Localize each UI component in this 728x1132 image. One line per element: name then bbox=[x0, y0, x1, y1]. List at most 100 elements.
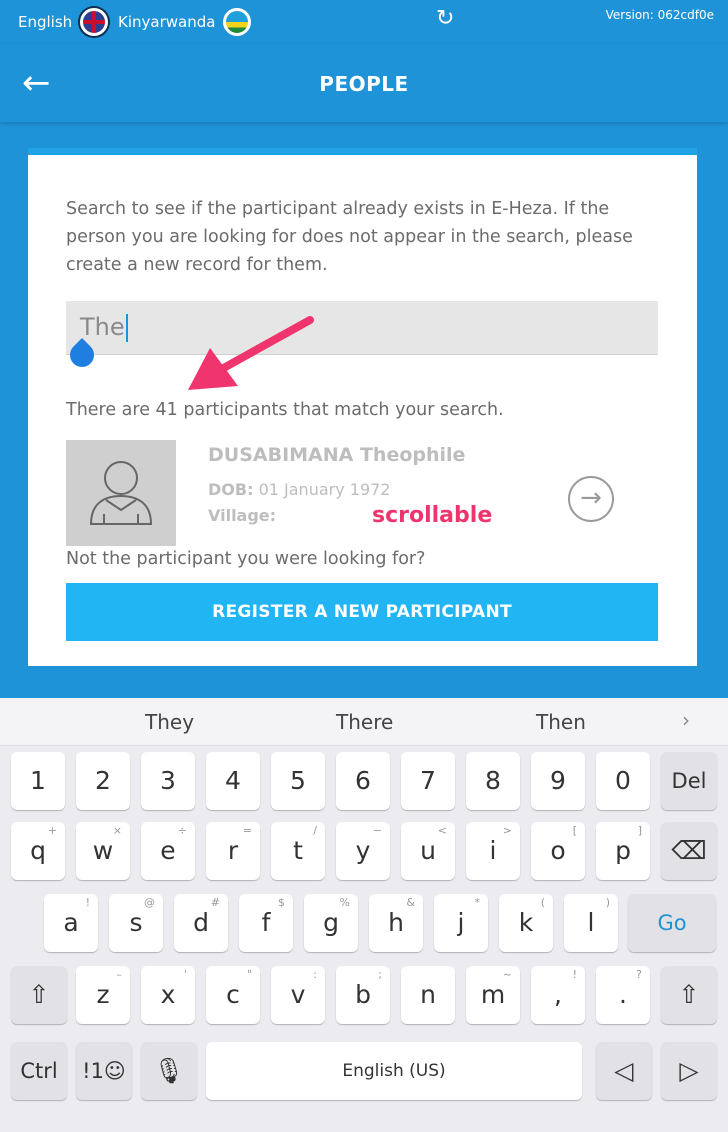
key-2[interactable]: 2 bbox=[76, 752, 130, 810]
key-h[interactable]: h & bbox=[369, 894, 423, 952]
key-9[interactable]: 9 bbox=[531, 752, 585, 810]
key-3[interactable]: 3 bbox=[141, 752, 195, 810]
key-p[interactable]: p] bbox=[596, 822, 650, 880]
key-2-label: 2 bbox=[95, 766, 111, 795]
key-d[interactable]: d # bbox=[174, 894, 228, 952]
key-f[interactable]: f $ bbox=[239, 894, 293, 952]
key-8[interactable]: 8 bbox=[466, 752, 520, 810]
key-l[interactable]: l) bbox=[564, 894, 618, 952]
space-bar[interactable]: English (US) bbox=[206, 1042, 582, 1100]
cursor-right-icon[interactable]: ▷ bbox=[661, 1042, 717, 1100]
go-button[interactable]: Go bbox=[628, 894, 716, 952]
cursor-left-icon[interactable]: ◁ bbox=[596, 1042, 652, 1100]
key-o[interactable]: o[ bbox=[531, 822, 585, 880]
key-q-label: q bbox=[30, 836, 46, 865]
version-label: Version: 062cdf0e bbox=[605, 8, 714, 22]
key-comma-hint: ! bbox=[572, 968, 577, 981]
key-f-hint: $ bbox=[278, 896, 285, 909]
key-6[interactable]: 6 bbox=[336, 752, 390, 810]
key-z[interactable]: z – bbox=[76, 966, 130, 1024]
delete-key[interactable]: Del bbox=[661, 752, 717, 810]
key-a-label: a bbox=[63, 908, 79, 937]
key-x-label: x bbox=[160, 980, 176, 1009]
key-5[interactable]: 5 bbox=[271, 752, 325, 810]
backspace-icon[interactable]: ⌫ bbox=[661, 822, 717, 880]
key-e-label: e bbox=[160, 836, 176, 865]
key-j-hint: * bbox=[474, 896, 481, 909]
page-title: PEOPLE bbox=[319, 72, 409, 96]
key-n-label: n bbox=[420, 980, 436, 1009]
key-u-label: u bbox=[420, 836, 436, 865]
key-0[interactable]: 0 bbox=[596, 752, 650, 810]
key-m[interactable]: m ~ bbox=[466, 966, 520, 1024]
shift-right-icon[interactable]: ⇧ bbox=[661, 966, 717, 1024]
key-1[interactable]: 1 bbox=[11, 752, 65, 810]
shift-right-icon-label: ⇧ bbox=[678, 980, 700, 1009]
key-j[interactable]: j * bbox=[434, 894, 488, 952]
on-screen-keyboard: They There Then › 1 2 3 4 5 6 7 8 9 0 Del q + w × e ÷ r = t… bbox=[0, 698, 728, 1132]
language-kinyarwanda[interactable]: Kinyarwanda bbox=[118, 8, 252, 36]
key-w[interactable]: w × bbox=[76, 822, 130, 880]
search-card: Search to see if the participant already… bbox=[28, 148, 697, 666]
search-input[interactable]: The bbox=[66, 301, 658, 355]
shift-left-icon[interactable]: ⇧ bbox=[11, 966, 67, 1024]
key-b-hint: ; bbox=[378, 968, 382, 981]
key-v-label: v bbox=[290, 980, 306, 1009]
key-e[interactable]: e ÷ bbox=[141, 822, 195, 880]
suggestion-bar: They There Then › bbox=[0, 698, 728, 746]
microphone-icon[interactable]: 🎙 bbox=[141, 1042, 197, 1100]
key-v[interactable]: v: bbox=[271, 966, 325, 1024]
language-english[interactable]: English bbox=[18, 8, 109, 36]
match-count-text: There are 41 participants that match you… bbox=[66, 400, 504, 420]
key-t-hint: / bbox=[313, 824, 317, 837]
key-a[interactable]: a! bbox=[44, 894, 98, 952]
key-comma[interactable]: ,! bbox=[531, 966, 585, 1024]
key-r-hint: = bbox=[242, 824, 252, 837]
key-g[interactable]: g% bbox=[304, 894, 358, 952]
key-i[interactable]: i > bbox=[466, 822, 520, 880]
refresh-icon[interactable]: ↻ bbox=[436, 6, 454, 31]
key-period[interactable]: .? bbox=[596, 966, 650, 1024]
key-y[interactable]: y − bbox=[336, 822, 390, 880]
rwanda-flag-icon bbox=[223, 8, 252, 36]
key-k-hint: ( bbox=[540, 896, 545, 909]
key-z-label: z bbox=[96, 980, 110, 1009]
backspace-icon-label: ⌫ bbox=[671, 836, 707, 865]
search-instructions: Search to see if the participant already… bbox=[66, 199, 633, 275]
key-d-hint: # bbox=[210, 896, 220, 909]
cursor-left-icon-label: ◁ bbox=[614, 1056, 634, 1085]
key-x[interactable]: x ' bbox=[141, 966, 195, 1024]
key-7[interactable]: 7 bbox=[401, 752, 455, 810]
suggestion-1[interactable]: They bbox=[145, 710, 194, 734]
key-6-label: 6 bbox=[355, 766, 371, 795]
key-4[interactable]: 4 bbox=[206, 752, 260, 810]
key-j-label: j bbox=[457, 908, 465, 937]
key-u[interactable]: u < bbox=[401, 822, 455, 880]
suggestion-3[interactable]: Then bbox=[536, 710, 586, 734]
open-participant-arrow-icon[interactable]: → bbox=[568, 476, 614, 522]
key-k[interactable]: k( bbox=[499, 894, 553, 952]
chevron-right-icon[interactable]: › bbox=[682, 708, 690, 732]
key-e-hint: ÷ bbox=[177, 824, 187, 837]
key-n[interactable]: n bbox=[401, 966, 455, 1024]
symbols-key[interactable]: !1☺ bbox=[76, 1042, 132, 1100]
key-q[interactable]: q + bbox=[11, 822, 65, 880]
key-s[interactable]: s @ bbox=[109, 894, 163, 952]
key-1-label: 1 bbox=[30, 766, 46, 795]
participant-dob: DOB: 01 January 1972 bbox=[208, 480, 390, 499]
key-t[interactable]: t / bbox=[271, 822, 325, 880]
key-m-hint: ~ bbox=[502, 968, 512, 981]
suggestion-2[interactable]: There bbox=[336, 710, 393, 734]
participant-card[interactable]: DUSABIMANA Theophile DOB: 01 January 197… bbox=[66, 440, 658, 546]
ctrl-key[interactable]: Ctrl bbox=[11, 1042, 67, 1100]
key-r-label: r bbox=[227, 836, 239, 865]
participant-village-label: Village: bbox=[208, 506, 277, 525]
not-found-text: Not the participant you were looking for… bbox=[66, 549, 426, 569]
key-f-label: f bbox=[261, 908, 271, 937]
key-b[interactable]: b; bbox=[336, 966, 390, 1024]
key-i-hint: > bbox=[502, 824, 512, 837]
register-new-participant-button[interactable]: REGISTER A NEW PARTICIPANT bbox=[66, 583, 658, 641]
key-r[interactable]: r = bbox=[206, 822, 260, 880]
key-c[interactable]: c " bbox=[206, 966, 260, 1024]
key-4-label: 4 bbox=[225, 766, 241, 795]
